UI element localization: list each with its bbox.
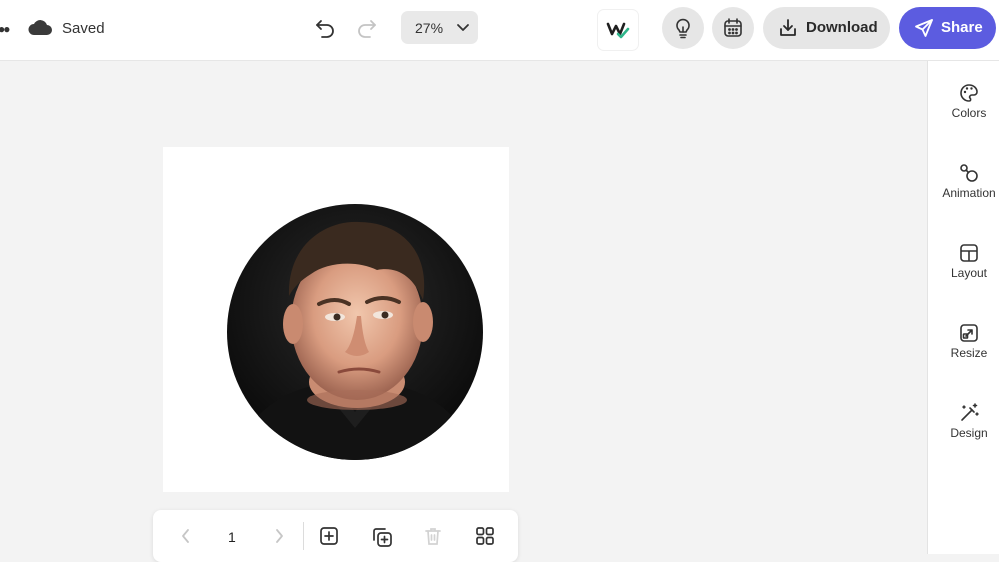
save-status: Saved bbox=[62, 20, 105, 37]
more-icon[interactable]: ●● bbox=[0, 22, 10, 36]
download-label: Download bbox=[806, 19, 878, 36]
chevron-right-icon[interactable] bbox=[272, 528, 286, 549]
calendar-icon bbox=[724, 18, 742, 37]
lightbulb-icon bbox=[676, 18, 690, 39]
palette-icon bbox=[960, 84, 978, 102]
chevron-down-icon bbox=[456, 20, 470, 39]
panel-item-animation[interactable]: Animation bbox=[928, 163, 999, 223]
layout-icon bbox=[960, 244, 978, 262]
undo-icon[interactable] bbox=[313, 16, 337, 45]
animation-icon bbox=[960, 164, 978, 182]
panel-item-label: Animation bbox=[942, 186, 996, 200]
current-page-number: 1 bbox=[228, 529, 236, 545]
panel-item-layout[interactable]: Layout bbox=[928, 243, 999, 303]
download-icon bbox=[780, 19, 796, 36]
panel-item-resize[interactable]: Resize bbox=[928, 323, 999, 383]
panel-item-label: Resize bbox=[950, 346, 988, 360]
chevron-left-icon[interactable] bbox=[179, 528, 193, 549]
delete-page-icon[interactable] bbox=[423, 526, 443, 551]
divider bbox=[303, 522, 304, 550]
brand-check-icon bbox=[606, 22, 630, 39]
share-button[interactable]: Share bbox=[899, 7, 996, 49]
panel-item-label: Design bbox=[950, 426, 988, 440]
redo-icon[interactable] bbox=[355, 16, 379, 45]
design-canvas[interactable] bbox=[163, 147, 509, 492]
brand-check-button[interactable] bbox=[598, 10, 638, 50]
share-label: Share bbox=[941, 19, 983, 36]
add-page-icon[interactable] bbox=[319, 526, 339, 551]
right-side-panel: Colors Animation Layout Resize Design bbox=[927, 61, 999, 554]
grid-view-icon[interactable] bbox=[475, 526, 495, 551]
download-button[interactable]: Download bbox=[763, 7, 890, 49]
resize-icon bbox=[960, 324, 978, 342]
zoom-dropdown[interactable]: 27% bbox=[401, 11, 478, 44]
send-icon bbox=[915, 19, 933, 37]
schedule-button[interactable] bbox=[712, 7, 754, 49]
panel-item-label: Layout bbox=[950, 266, 988, 280]
magic-wand-icon bbox=[961, 403, 979, 421]
page-navigation-bar: 1 bbox=[153, 510, 518, 562]
panel-item-colors[interactable]: Colors bbox=[928, 83, 999, 143]
cloud-icon bbox=[27, 17, 53, 42]
zoom-value: 27% bbox=[415, 20, 444, 36]
panel-item-label: Colors bbox=[951, 106, 987, 120]
top-bar: ●● Saved 27% bbox=[0, 0, 999, 61]
portrait-image[interactable] bbox=[227, 204, 483, 460]
panel-item-design[interactable]: Design bbox=[928, 403, 999, 463]
duplicate-page-icon[interactable] bbox=[371, 526, 393, 553]
ideas-button[interactable] bbox=[662, 7, 704, 49]
